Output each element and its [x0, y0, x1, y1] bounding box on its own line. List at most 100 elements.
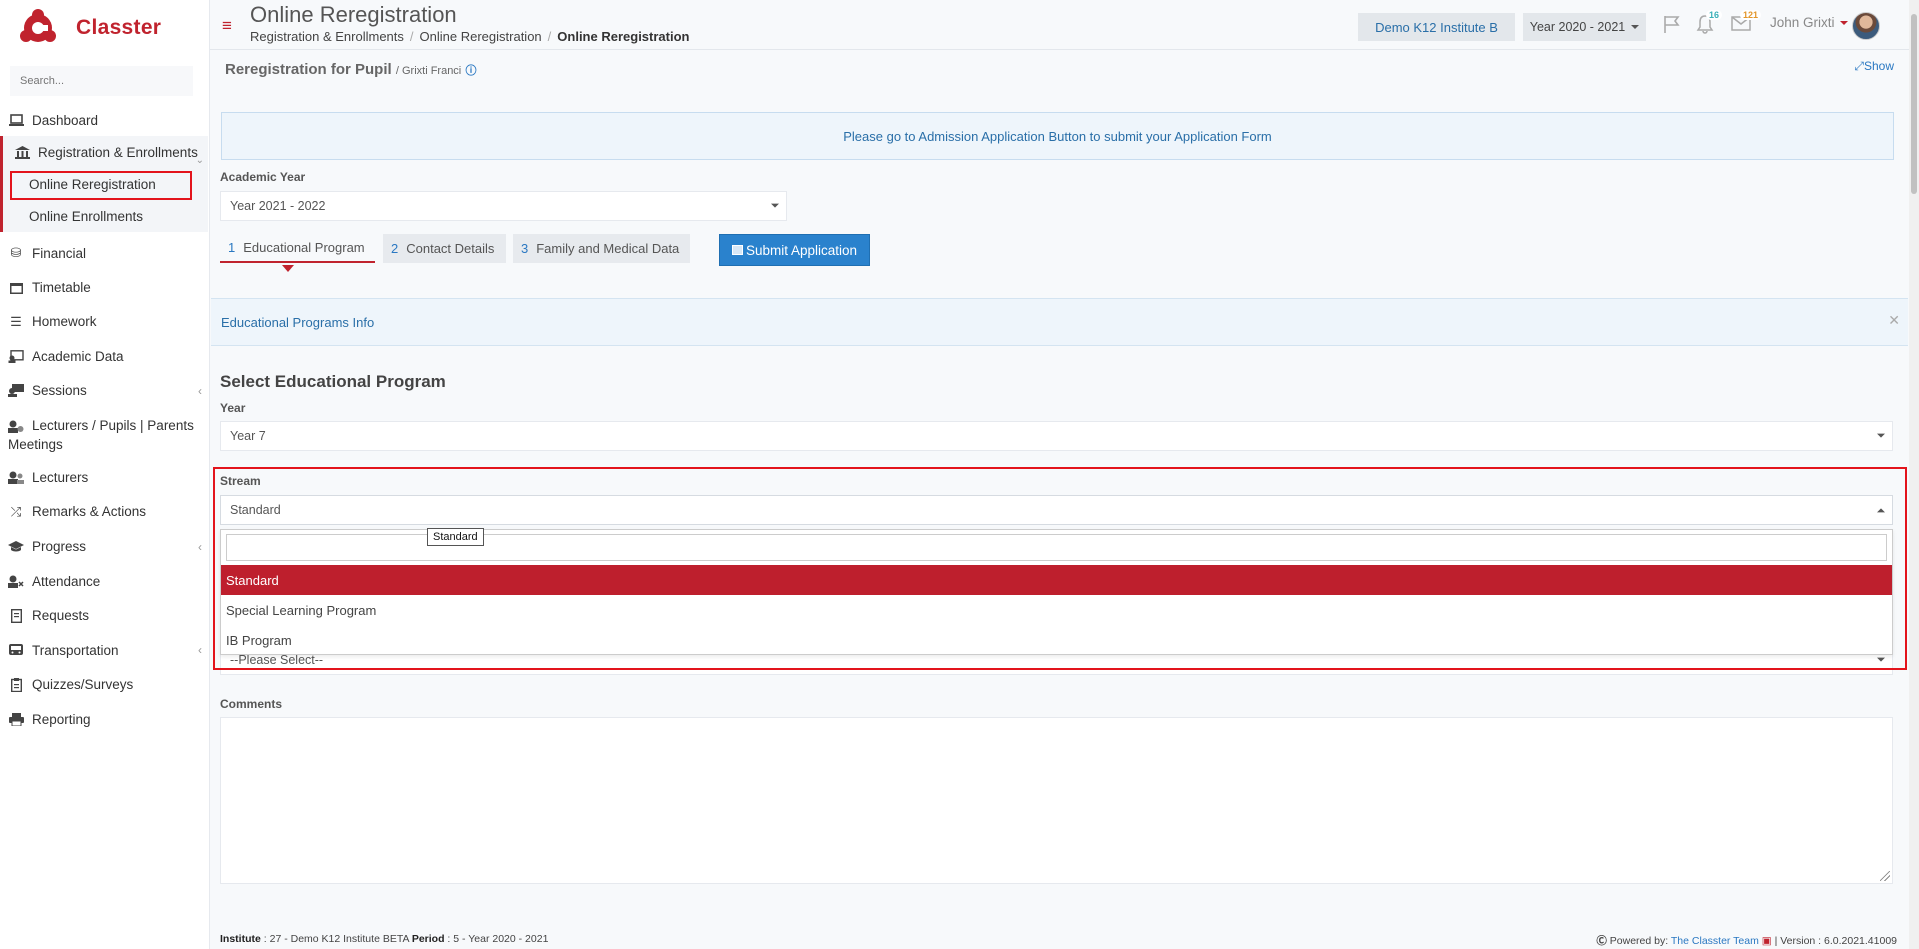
footer-powered: Powered by:	[1609, 935, 1669, 947]
breadcrumb-item[interactable]: Online Reregistration	[420, 29, 542, 44]
avatar[interactable]	[1852, 12, 1880, 40]
panel-title-text: Reregistration for Pupil	[225, 61, 392, 78]
comments-textarea[interactable]	[220, 717, 1893, 884]
sidebar-item-label: Academic Data	[32, 348, 124, 364]
classter-logo-icon	[20, 9, 56, 42]
sidebar-nav: Dashboard Registration & Enrollments ⌄ O…	[0, 106, 210, 736]
footer-period-value: : 5 - Year 2020 - 2021	[447, 933, 549, 945]
flag-icon[interactable]	[1662, 14, 1682, 39]
academic-year-label: Academic Year	[220, 170, 306, 184]
close-icon[interactable]: ✕	[1888, 312, 1900, 329]
chevron-down-icon: ⌄	[195, 155, 204, 166]
year-value: Year 7	[230, 429, 266, 443]
academic-year-select[interactable]: Year 2021 - 2022	[220, 191, 787, 221]
tab-label: Educational Program	[243, 240, 365, 255]
tab-educational-program[interactable]: 1 Educational Program	[220, 234, 375, 263]
submit-application-button[interactable]: Submit Application	[719, 234, 870, 266]
hidden-select-value: --Please Select--	[230, 653, 324, 667]
tab-contact-details[interactable]: 2 Contact Details	[383, 234, 506, 263]
notifications-badge: 16	[1706, 10, 1723, 20]
page-title: Online Reregistration	[250, 2, 457, 27]
sidebar-item-registration[interactable]: Registration & Enrollments ⌄	[0, 136, 208, 168]
chevron-left-icon: ‹	[198, 539, 202, 554]
sidebar-item-financial[interactable]: ⛁ Financial	[0, 236, 210, 270]
resize-grip-icon[interactable]	[1880, 871, 1890, 881]
page-scrollbar[interactable]	[1909, 0, 1919, 949]
footer-team-link[interactable]: The Classter Team	[1671, 935, 1759, 947]
messages-badge: 121	[1740, 10, 1762, 20]
tab-label: Contact Details	[406, 241, 495, 256]
list-icon: ☰	[10, 313, 22, 329]
user-name[interactable]: John Grixti	[1770, 15, 1848, 30]
tab-family-medical[interactable]: 3 Family and Medical Data	[513, 234, 690, 263]
gift-icon: ▣	[1761, 935, 1772, 947]
sidebar-item-label: Lecturers	[32, 469, 89, 485]
active-tab-pointer	[282, 265, 294, 278]
footer-left: Institute : 27 - Demo K12 Institute BETA…	[220, 933, 548, 945]
tab-number: 2	[391, 241, 399, 256]
tooltip: Standard	[427, 528, 484, 546]
sidebar-item-quizzes[interactable]: Quizzes/Surveys	[0, 667, 210, 702]
breadcrumb-current: Online Reregistration	[557, 29, 690, 44]
footer-institute-value: : 27 - Demo K12 Institute BETA	[263, 933, 409, 945]
sidebar-item-homework[interactable]: ☰ Homework	[0, 304, 210, 339]
bus-icon	[8, 643, 24, 657]
sidebar-item-sessions[interactable]: Sessions ‹	[0, 373, 210, 408]
pupil-name: / Grixti Franci	[395, 65, 462, 77]
sidebar-item-label: Quizzes/Surveys	[32, 677, 134, 692]
dropdown-option[interactable]: Special Learning Program	[221, 595, 1892, 625]
footer-institute-label: Institute	[220, 933, 261, 945]
stream-dropdown: Standard Special Learning Program IB Pro…	[220, 529, 1893, 655]
show-toggle[interactable]: ⤢Show	[1854, 59, 1894, 74]
sidebar-item-reporting[interactable]: Reporting	[0, 702, 210, 736]
sidebar-item-progress[interactable]: Progress ‹	[0, 529, 210, 564]
year-selector-label: Year 2020 - 2021	[1529, 20, 1626, 34]
caret-up-icon	[1877, 504, 1885, 513]
educational-programs-info[interactable]: Educational Programs Info ✕	[211, 298, 1908, 346]
sidebar-item-label: Dashboard	[32, 112, 99, 128]
info-icon[interactable]: ⓘ	[465, 65, 476, 77]
sidebar-search-input[interactable]	[10, 66, 193, 96]
sidebar-item-lecturers[interactable]: Lecturers	[0, 460, 210, 494]
sidebar-item-label: Financial	[32, 245, 87, 261]
caret-down-icon	[771, 203, 779, 212]
info-bar-label: Educational Programs Info	[221, 314, 375, 330]
sidebar-item-academic-data[interactable]: Academic Data	[0, 339, 210, 373]
dropdown-option[interactable]: IB Program	[221, 625, 1892, 655]
sidebar-item-timetable[interactable]: Timetable	[0, 270, 210, 304]
stream-select[interactable]: Standard	[220, 495, 1893, 525]
lecturers-icon	[8, 470, 24, 484]
sidebar-item-label: Homework	[32, 314, 97, 329]
sidebar-item-label: Progress	[32, 539, 87, 554]
sidebar-item-dashboard[interactable]: Dashboard	[0, 106, 210, 134]
sidebar-item-meetings[interactable]: Lecturers / Pupils | Parents Meetings	[0, 408, 210, 460]
sessions-icon	[8, 384, 24, 398]
sidebar-subitem-online-reregistration[interactable]: Online Reregistration	[3, 168, 208, 200]
document-icon	[8, 608, 24, 623]
scrollbar-thumb[interactable]	[1911, 14, 1917, 194]
breadcrumb-item[interactable]: Registration & Enrollments	[250, 29, 404, 44]
brand-logo[interactable]: Classter	[18, 8, 161, 48]
dropdown-option[interactable]: Standard	[221, 565, 1892, 595]
sidebar-subitem-online-enrollments[interactable]: Online Enrollments	[3, 200, 208, 232]
brand-name: Classter	[76, 16, 162, 39]
institute-button[interactable]: Demo K12 Institute B	[1358, 13, 1515, 41]
sidebar-item-attendance[interactable]: Attendance	[0, 564, 210, 598]
sidebar-item-transportation[interactable]: Transportation ‹	[0, 633, 210, 667]
footer-right: Ⓒ Powered by: The Classter Team ▣ | Vers…	[1596, 933, 1897, 948]
sidebar-item-requests[interactable]: Requests	[0, 598, 210, 633]
sidebar-subitem-label: Online Enrollments	[29, 208, 144, 224]
top-header: ≡ Online Reregistration Registration & E…	[210, 0, 1909, 50]
printer-icon	[8, 712, 24, 726]
year-select[interactable]: Year 7	[220, 421, 1893, 451]
sidebar-item-label: Lecturers / Pupils | Parents Meetings	[8, 418, 194, 452]
calendar-icon	[8, 280, 24, 294]
footer-version: | Version : 6.0.2021.41009	[1774, 935, 1897, 947]
footer-period-label: Period	[411, 933, 445, 945]
chart-user-icon	[8, 349, 24, 363]
caret-down-icon	[1839, 21, 1848, 29]
year-selector[interactable]: Year 2020 - 2021	[1523, 13, 1646, 41]
sidebar-item-remarks[interactable]: ⤮ Remarks & Actions	[0, 494, 210, 529]
hamburger-menu-icon[interactable]: ≡	[222, 17, 232, 34]
graduation-cap-icon	[8, 540, 24, 554]
